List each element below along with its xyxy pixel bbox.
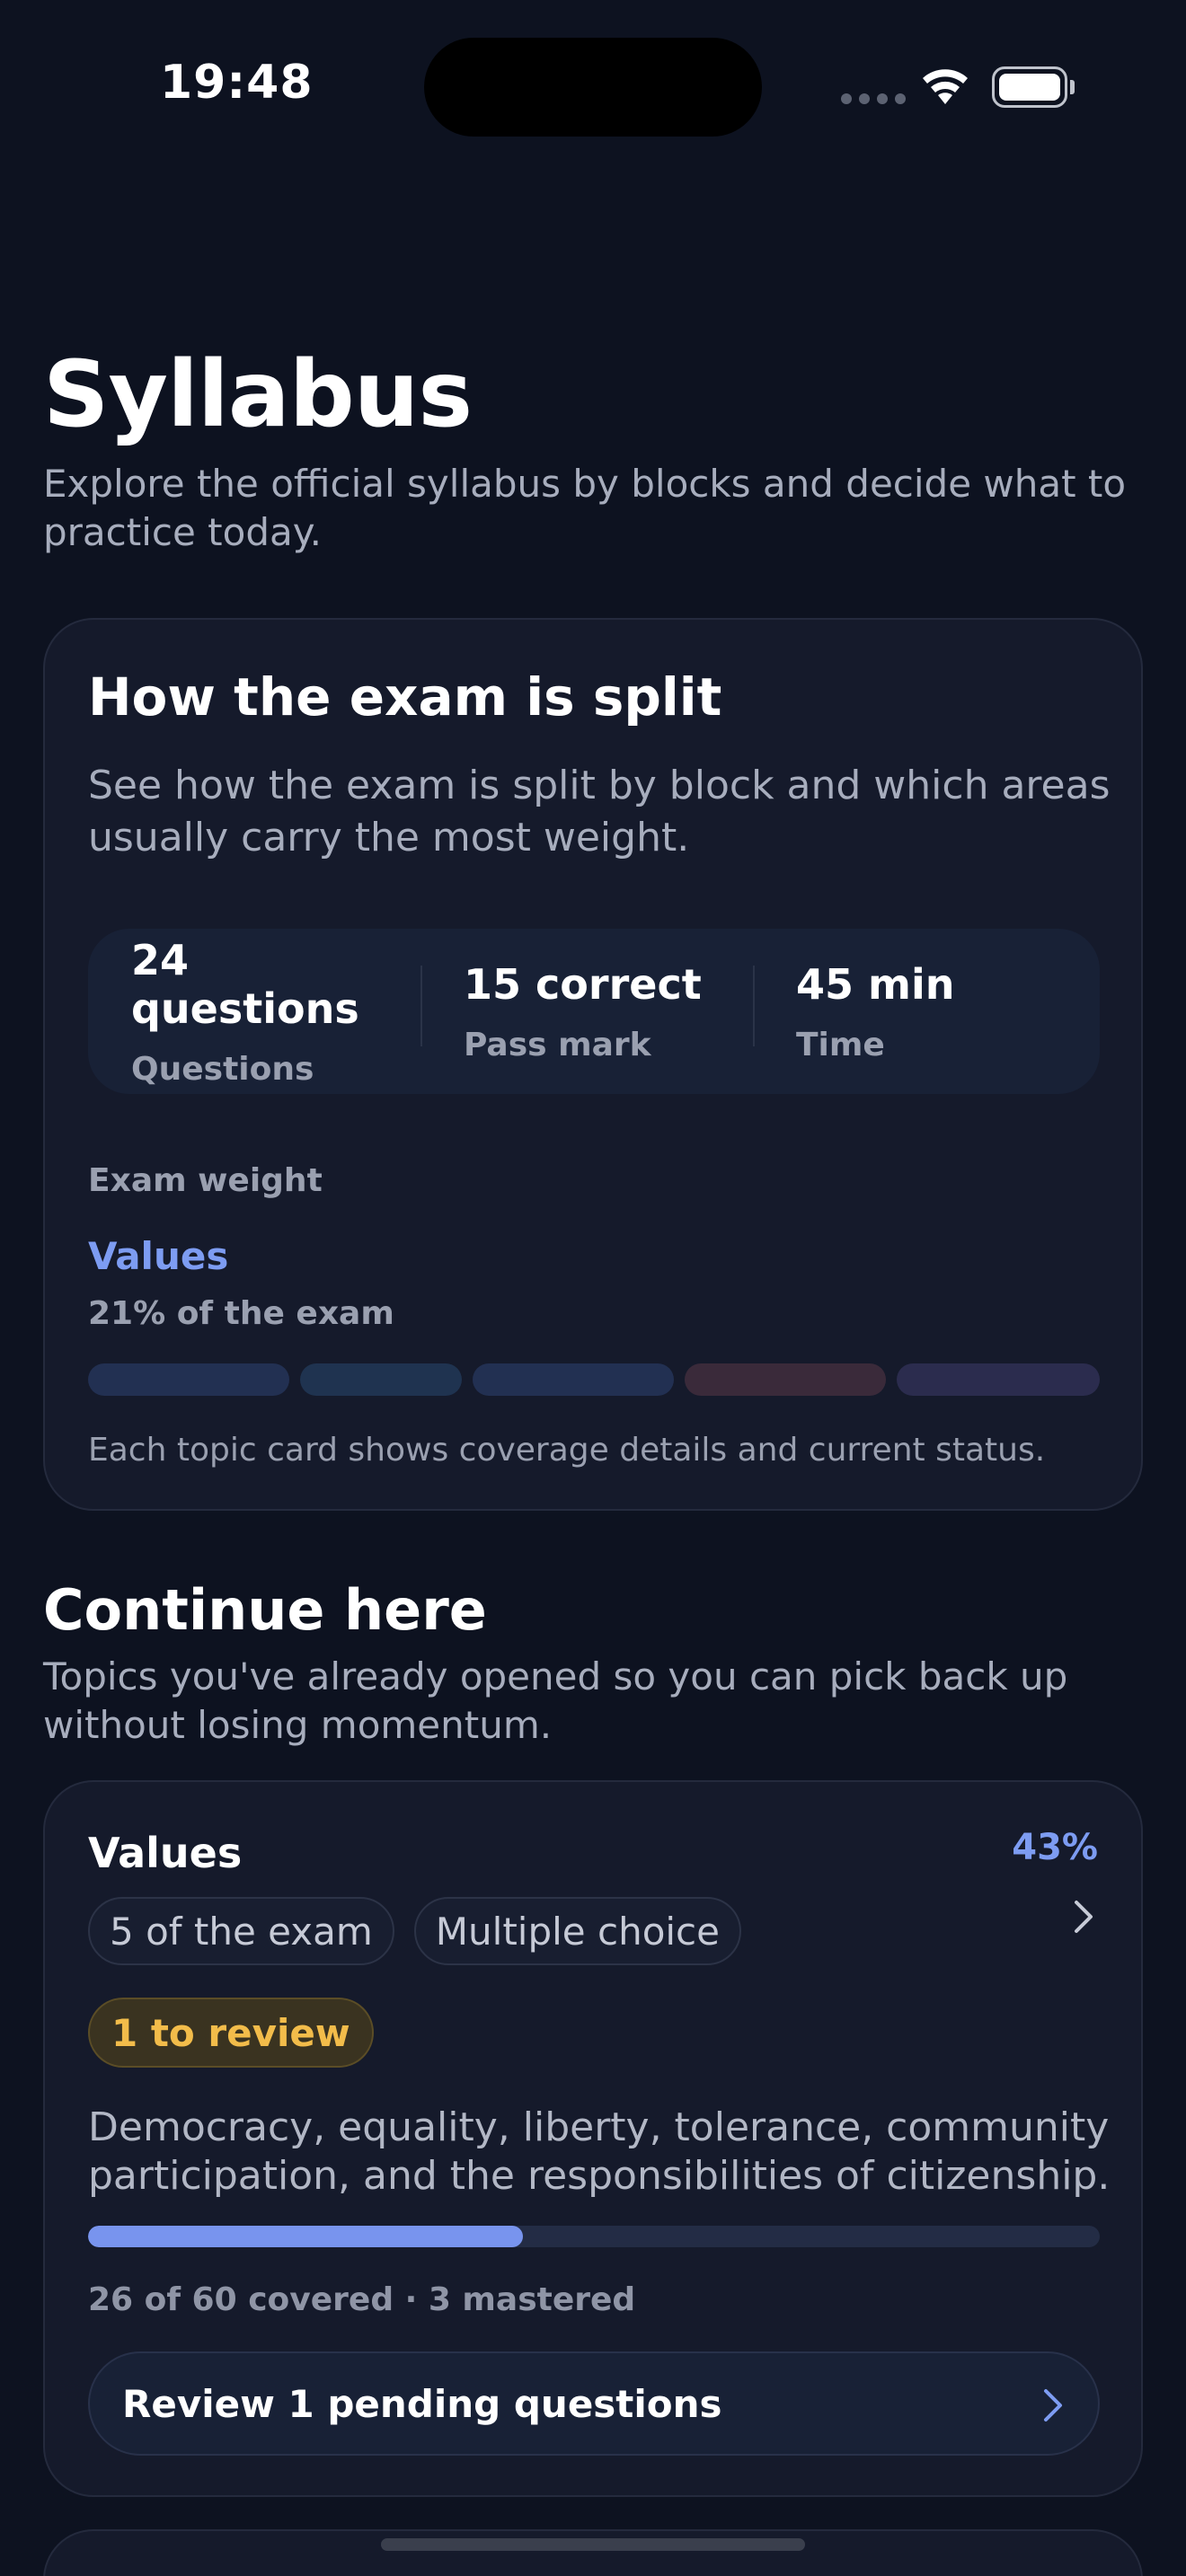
stat-value: 24 questions [131, 935, 359, 1033]
exam-card-title: How the exam is split [88, 666, 722, 728]
review-pending-label: Review 1 pending questions [122, 2381, 722, 2426]
topic-progress-fill [88, 2226, 524, 2247]
stat-value: 15 correct [464, 959, 702, 1009]
chip-question-type: Multiple choice [413, 1897, 741, 1965]
chevron-right-icon [1044, 2389, 1062, 2422]
weight-segment[interactable] [88, 1363, 289, 1396]
exam-stats: 24 questions Questions 15 correct Pass m… [88, 929, 1100, 1094]
review-badge: 1 to review [88, 1998, 374, 2068]
battery-icon [992, 66, 1075, 108]
exam-weight-bar [88, 1363, 1100, 1396]
topic-card-next[interactable] [43, 2529, 1143, 2576]
stat-value: 45 min [796, 959, 955, 1009]
review-pending-button[interactable]: Review 1 pending questions [88, 2351, 1100, 2456]
cellular-signal-icon [841, 93, 906, 104]
stat-label: Questions [131, 1050, 314, 1088]
topic-progress-bar [88, 2226, 1100, 2247]
exam-weight-note: Each topic card shows coverage details a… [88, 1432, 1046, 1469]
syllabus-screen: 19:48 Syllabus Explore the official syll… [0, 0, 1186, 2576]
stat-label: Pass mark [464, 1026, 651, 1063]
stat-time: 45 min Time [753, 960, 1085, 1063]
topic-name: Values [88, 1829, 243, 1877]
exam-weight-label: Exam weight [88, 1162, 323, 1199]
chip-exam-share: 5 of the exam [88, 1897, 394, 1965]
stat-pass-mark: 15 correct Pass mark [420, 960, 753, 1063]
topic-coverage: 26 of 60 covered · 3 mastered [88, 2281, 636, 2318]
exam-split-card: How the exam is split See how the exam i… [43, 618, 1143, 1511]
continue-section-subtitle: Topics you've already opened so you can … [43, 1654, 1068, 1747]
page-title: Syllabus [43, 341, 473, 448]
topic-description: Democracy, equality, liberty, tolerance,… [88, 2104, 1111, 2199]
topic-chips: 5 of the exam Multiple choice [88, 1897, 741, 1965]
page-subtitle: Explore the official syllabus by blocks … [43, 462, 1127, 554]
stat-questions: 24 questions Questions [88, 936, 420, 1088]
chevron-right-icon[interactable] [1073, 1899, 1094, 1935]
weight-segment[interactable] [685, 1363, 886, 1396]
exam-card-description: See how the exam is split by block and w… [88, 763, 1111, 860]
topic-progress-percent: 43% [1012, 1827, 1098, 1868]
home-indicator[interactable] [381, 2538, 805, 2551]
topic-card-values[interactable]: Values 43% 5 of the exam Multiple choice… [43, 1780, 1143, 2497]
wifi-icon [923, 69, 968, 104]
weight-segment[interactable] [300, 1363, 462, 1396]
continue-section-title: Continue here [43, 1577, 487, 1643]
stat-label: Time [796, 1026, 885, 1063]
selected-topic-share: 21% of the exam [88, 1295, 394, 1332]
selected-topic-name: Values [88, 1234, 229, 1278]
status-time: 19:48 [160, 56, 314, 110]
weight-segment[interactable] [473, 1363, 674, 1396]
weight-segment[interactable] [897, 1363, 1100, 1396]
dynamic-island [424, 38, 762, 137]
